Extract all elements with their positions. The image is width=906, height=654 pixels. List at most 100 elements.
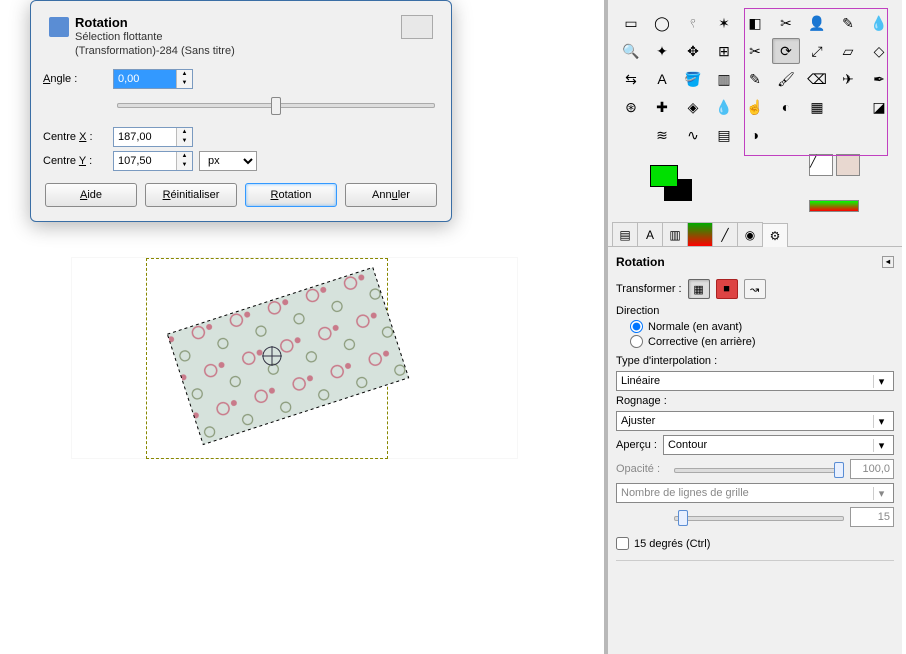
tool-clone[interactable]: ⊛ <box>617 94 645 120</box>
help-button[interactable]: Aide <box>45 183 137 207</box>
tab-4[interactable] <box>687 222 713 246</box>
rotate-button[interactable]: Rotation <box>245 183 337 207</box>
tab-2[interactable]: A <box>637 222 663 246</box>
opacity-label: Opacité : <box>616 463 668 475</box>
gridlines-value: 15 <box>850 507 894 527</box>
tool-scissors[interactable]: ✂ <box>772 10 800 36</box>
tool-rect-select[interactable]: ▭ <box>617 10 645 36</box>
brush-preview[interactable]: ╱ <box>809 154 833 176</box>
transform-layer-icon[interactable]: ▦ <box>688 279 710 299</box>
tool-align[interactable]: ⊞ <box>710 38 738 64</box>
reset-button[interactable]: Réinitialiser <box>145 183 237 207</box>
tool-move[interactable]: ✥ <box>679 38 707 64</box>
dialog-subtitle-2: (Transformation)-284 (Sans titre) <box>75 44 401 58</box>
transform-label: Transformer : <box>616 283 682 295</box>
right-panel: ▭◯𓍢✶◧✂👤✎💧🔍✦✥⊞✂⟳⤢▱◇⇆A🪣▥✎🖌⌫✈✒⊛✚◈💧☝◐▦◪≋∿▤◑ … <box>604 0 902 654</box>
opacity-value: 100,0 <box>850 459 894 479</box>
dialog-subtitle-1: Sélection flottante <box>75 30 401 44</box>
pattern-preview[interactable] <box>836 154 860 176</box>
toolbox: ▭◯𓍢✶◧✂👤✎💧🔍✦✥⊞✂⟳⤢▱◇⇆A🪣▥✎🖌⌫✈✒⊛✚◈💧☝◐▦◪≋∿▤◑ … <box>608 0 902 222</box>
tool-cage[interactable]: ▦ <box>803 94 831 120</box>
dock-tabs: ▤ A ▥ ╱ ◉ ⚙ <box>608 222 902 247</box>
angle-label: Angle : <box>43 73 107 85</box>
tool-shear[interactable]: ▱ <box>834 38 862 64</box>
tool-measure[interactable]: ✦ <box>648 38 676 64</box>
center-y-input[interactable]: ▲▼ <box>113 151 193 171</box>
tool-rotate[interactable]: ⟳ <box>772 38 800 64</box>
center-y-label: Centre Y : <box>43 155 107 167</box>
center-y-field[interactable] <box>114 152 176 170</box>
tool-eraser[interactable]: ⌫ <box>803 66 831 92</box>
transform-path-icon[interactable]: ↝ <box>744 279 766 299</box>
tool-dodge[interactable]: ◐ <box>772 94 800 120</box>
tool-blur[interactable]: 💧 <box>710 94 738 120</box>
fg-bg-swatch[interactable] <box>650 165 692 201</box>
angle-up[interactable]: ▲ <box>177 70 192 79</box>
preview-combo[interactable]: Contour▾ <box>663 435 894 455</box>
preview-label: Aperçu : <box>616 439 657 451</box>
angle-input[interactable]: ▲▼ <box>113 69 193 89</box>
tool-desaturate[interactable]: ◑ <box>741 122 769 148</box>
tool-perspective[interactable]: ◇ <box>865 38 893 64</box>
cancel-button[interactable]: Annuler <box>345 183 437 207</box>
tool-fuzzy-select[interactable]: ✶ <box>710 10 738 36</box>
tool-zoom[interactable]: 🔍 <box>617 38 645 64</box>
tool-scale[interactable]: ⤢ <box>803 38 831 64</box>
tool-blend[interactable]: ▥ <box>710 66 738 92</box>
tab-tool-options[interactable]: ⚙ <box>762 223 788 247</box>
fg-color[interactable] <box>650 165 678 187</box>
tool-color-picker[interactable]: 💧 <box>865 10 893 36</box>
tool-levels[interactable]: ≋ <box>648 122 676 148</box>
tool-crop[interactable]: ✂ <box>741 38 769 64</box>
unit-select[interactable]: px <box>199 151 257 171</box>
options-menu-icon[interactable]: ◂ <box>882 256 894 268</box>
angle-slider[interactable] <box>117 95 435 113</box>
direction-corrective-radio[interactable] <box>630 335 643 348</box>
constrain-checkbox[interactable] <box>616 537 629 550</box>
tool-paintbrush[interactable]: 🖌 <box>772 66 800 92</box>
tool-smudge[interactable]: ☝ <box>741 94 769 120</box>
transform-selection-icon[interactable]: ■ <box>716 279 738 299</box>
direction-normal-label: Normale (en avant) <box>648 321 742 333</box>
tool-curves[interactable]: ∿ <box>679 122 707 148</box>
tab-3[interactable]: ▥ <box>662 222 688 246</box>
angle-down[interactable]: ▼ <box>177 79 192 88</box>
constrain-label: 15 degrés (Ctrl) <box>634 538 710 550</box>
cy-up[interactable]: ▲ <box>177 152 192 161</box>
dialog-thumbnail <box>401 15 433 39</box>
opacity-slider <box>674 462 844 476</box>
interp-combo[interactable]: Linéaire▾ <box>616 371 894 391</box>
tool-airbrush[interactable]: ✈ <box>834 66 862 92</box>
tool-posterize[interactable]: ▤ <box>710 122 738 148</box>
options-title: Rotation <box>616 255 665 269</box>
clip-label: Rognage : <box>616 395 667 407</box>
tab-5[interactable]: ╱ <box>712 222 738 246</box>
tool-perspective-clone[interactable]: ◈ <box>679 94 707 120</box>
rotation-dialog: Rotation Sélection flottante (Transforma… <box>30 0 452 222</box>
tab-1[interactable]: ▤ <box>612 222 638 246</box>
tool-ink[interactable]: ✒ <box>865 66 893 92</box>
cy-down[interactable]: ▼ <box>177 161 192 170</box>
angle-field[interactable] <box>114 70 176 88</box>
direction-normal-radio[interactable] <box>630 320 643 333</box>
tool-color-tools[interactable]: ◪ <box>865 94 893 120</box>
gradient-preview[interactable] <box>809 200 859 212</box>
cx-up[interactable]: ▲ <box>177 128 192 137</box>
tool-heal[interactable]: ✚ <box>648 94 676 120</box>
tool-free-select[interactable]: 𓍢 <box>679 10 707 36</box>
tool-text[interactable]: A <box>648 66 676 92</box>
tool-paths[interactable]: ✎ <box>834 10 862 36</box>
tool-flip[interactable]: ⇆ <box>617 66 645 92</box>
center-x-input[interactable]: ▲▼ <box>113 127 193 147</box>
tool-foreground-select[interactable]: 👤 <box>803 10 831 36</box>
tool-ellipse-select[interactable]: ◯ <box>648 10 676 36</box>
rotated-preview[interactable] <box>160 256 416 456</box>
tool-bucket-fill[interactable]: 🪣 <box>679 66 707 92</box>
cx-down[interactable]: ▼ <box>177 137 192 146</box>
tool-color-select[interactable]: ◧ <box>741 10 769 36</box>
tool-pencil[interactable]: ✎ <box>741 66 769 92</box>
center-x-field[interactable] <box>114 128 176 146</box>
clip-combo[interactable]: Ajuster▾ <box>616 411 894 431</box>
center-x-label: Centre X : <box>43 131 107 143</box>
tab-6[interactable]: ◉ <box>737 222 763 246</box>
